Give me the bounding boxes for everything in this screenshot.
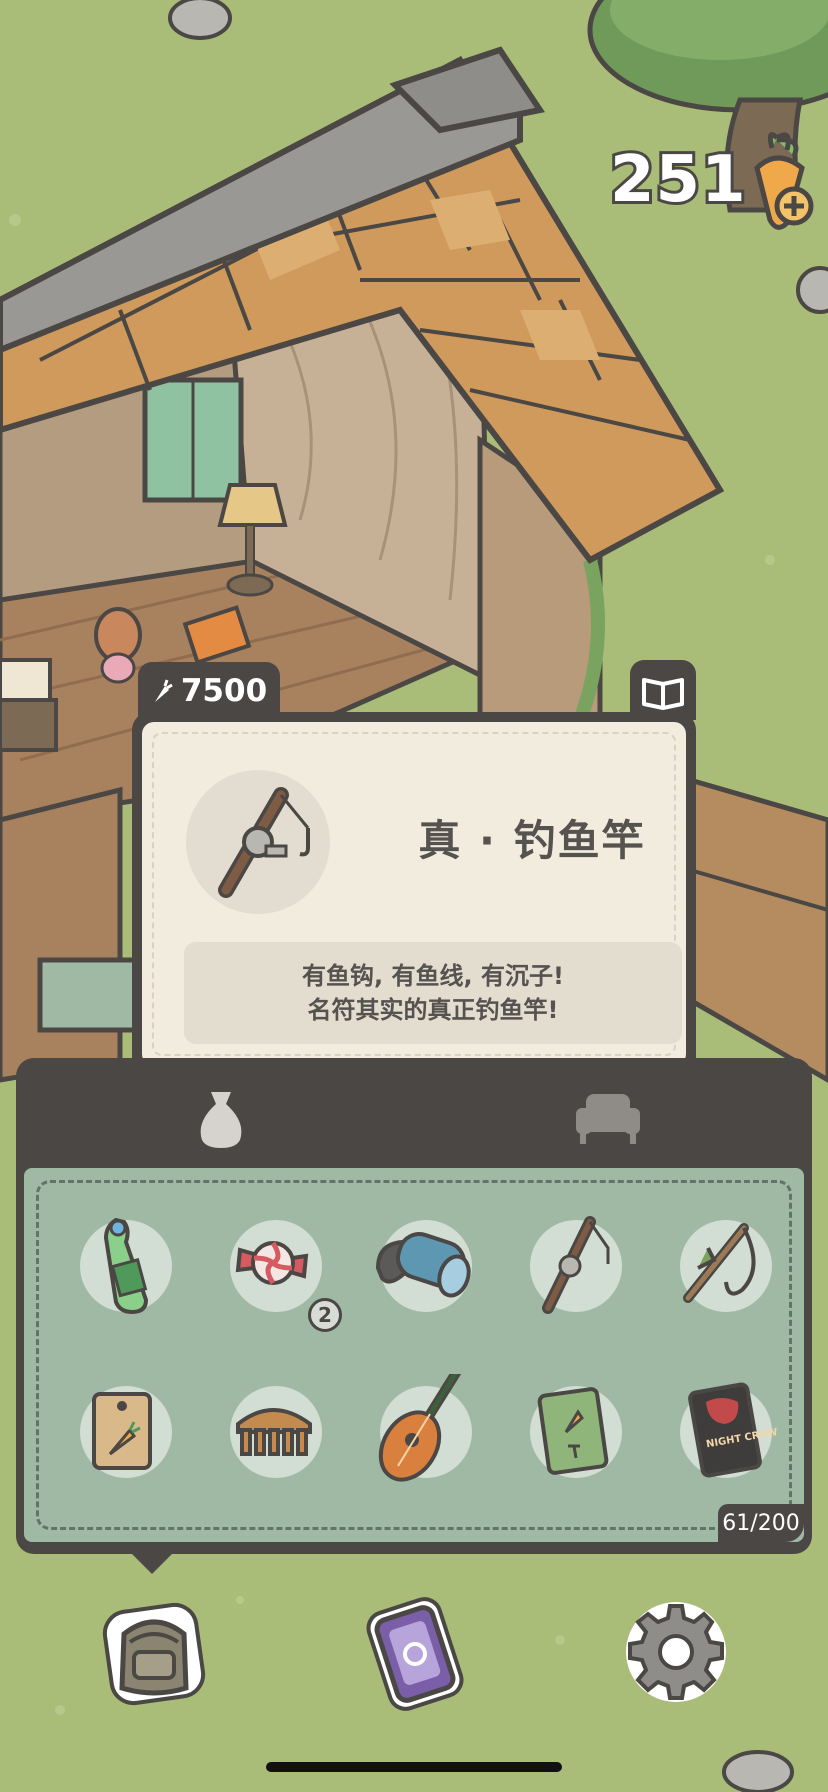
item-title: 真 · 钓鱼竿 [418, 815, 646, 865]
sleeping-mat-icon [375, 1232, 471, 1298]
backpack-button[interactable] [94, 1592, 214, 1712]
inventory-capacity: 61/200 [718, 1504, 804, 1542]
carrot-count: 251 [607, 140, 749, 220]
comb-icon [236, 1408, 312, 1456]
backpack-icon [102, 1602, 206, 1706]
description-line-2: 名符其实的真正钓鱼竿! [307, 996, 559, 1024]
price-value: 7500 [180, 673, 268, 709]
inventory-slot-4[interactable] [518, 1208, 628, 1318]
panel-pointer [128, 1550, 176, 1574]
phone-icon [366, 1597, 464, 1711]
inventory-grid: 2 NIGHT CRAWLERS 61/200 [24, 1168, 804, 1542]
encyclopedia-button[interactable] [630, 660, 696, 720]
settings-button[interactable] [616, 1592, 736, 1712]
inventory-slot-8[interactable] [368, 1374, 478, 1484]
armchair-icon [576, 1094, 640, 1144]
carrot-counter[interactable]: 251 [607, 132, 814, 230]
inventory-slot-10[interactable]: NIGHT CRAWLERS [668, 1374, 778, 1484]
phone-button[interactable] [352, 1594, 472, 1714]
book-icon [642, 678, 684, 710]
inventory-slot-1[interactable] [68, 1208, 178, 1318]
candy-icon [235, 1241, 309, 1285]
furniture-tab[interactable] [572, 1084, 644, 1148]
inventory-slot-7[interactable] [218, 1374, 328, 1484]
ramune-bottle-icon [103, 1217, 149, 1315]
inventory-slot-5[interactable] [668, 1208, 778, 1318]
inventory-slot-3[interactable] [368, 1208, 478, 1318]
fishing-rod-icon [218, 787, 310, 898]
sack-icon [200, 1092, 242, 1148]
item-description: 有鱼钩, 有鱼线, 有沉子! 名符其实的真正钓鱼竿! [184, 942, 682, 1044]
carrot-plus-icon[interactable] [732, 128, 822, 238]
item-preview [186, 770, 330, 914]
carrot-icon [154, 679, 173, 702]
inventory-tabs [16, 1058, 812, 1168]
inventory-slot-2[interactable]: 2 [218, 1208, 342, 1332]
carrot-book-icon [537, 1387, 609, 1475]
fishing-rod-icon [542, 1216, 610, 1314]
inventory-panel: 2 NIGHT CRAWLERS 61/200 [16, 1058, 812, 1554]
quantity-badge: 2 [308, 1298, 342, 1332]
night-crawlers-bag-icon: NIGHT CRAWLERS [688, 1382, 778, 1478]
inventory-slot-6[interactable] [68, 1374, 178, 1484]
inventory-slot-9[interactable] [518, 1374, 628, 1484]
gear-icon [626, 1602, 726, 1702]
mandolin-icon [378, 1374, 462, 1482]
bag-tab[interactable] [186, 1082, 256, 1152]
item-info-card: 真 · 钓鱼竿 有鱼钩, 有鱼线, 有沉子! 名符其实的真正钓鱼竿! [132, 712, 696, 1076]
description-line-1: 有鱼钩, 有鱼线, 有沉子! [302, 962, 564, 990]
slingshot-hook-icon [683, 1223, 756, 1303]
carrot-seed-packet-icon [92, 1392, 152, 1470]
home-indicator[interactable] [266, 1762, 562, 1772]
